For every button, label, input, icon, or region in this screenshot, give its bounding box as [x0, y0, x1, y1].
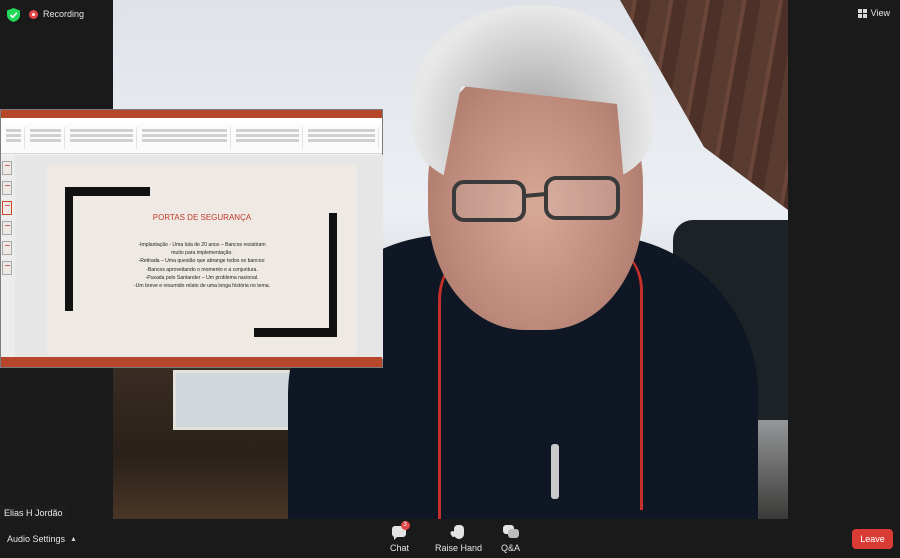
chat-icon: 3 [391, 521, 410, 540]
audio-settings-button[interactable]: Audio Settings ▲ [7, 534, 77, 544]
qa-label: Q&A [501, 543, 521, 553]
slide-canvas: PORTAS DE SEGURANÇA -Implantação - Uma l… [15, 155, 383, 359]
recording-label: Recording [43, 9, 85, 19]
slide-line: -Bancos aproveitando o momento e a conju… [146, 266, 258, 273]
top-bar: Recording View [0, 0, 900, 30]
qa-icon [502, 524, 519, 540]
shared-powerpoint-window[interactable]: PORTAS DE SEGURANÇA -Implantação - Uma l… [0, 109, 383, 368]
leave-button[interactable]: Leave [852, 529, 893, 549]
powerpoint-title-bar [1, 110, 382, 118]
slide[interactable]: PORTAS DE SEGURANÇA -Implantação - Uma l… [47, 165, 357, 355]
slide-thumbnail[interactable] [2, 221, 12, 235]
slide-thumbnail[interactable] [2, 261, 12, 275]
meeting-toolbar: Audio Settings ▲ 3 Chat Raise Hand Q&A L… [0, 519, 900, 558]
slide-thumbnail-selected[interactable] [2, 201, 12, 215]
slide-line: muito para implementação. [171, 250, 233, 257]
slide-line: -Retirada – Uma questão que abrange todo… [138, 258, 266, 265]
raise-hand-label: Raise Hand [435, 543, 483, 553]
slide-thumbnail[interactable] [2, 241, 12, 255]
slide-line: -Puxada pelo Santander – Um problema nac… [145, 274, 259, 281]
chat-badge: 3 [400, 521, 410, 530]
slide-decor-bar [65, 187, 73, 311]
view-grid-icon [857, 8, 867, 18]
hand-icon [451, 524, 467, 540]
slide-thumbnails[interactable] [1, 155, 15, 359]
shield-check-icon[interactable] [7, 8, 20, 22]
audio-settings-label: Audio Settings [7, 534, 66, 544]
slide-line: -Um breve e resumido relato de uma longa… [134, 283, 270, 290]
raise-hand-button[interactable]: Raise Hand [435, 524, 482, 553]
slide-decor-bar [329, 213, 337, 337]
zoom-meeting-window: Recording View PORTAS DE SEGURANÇA -Impl… [0, 0, 900, 558]
view-label: View [870, 8, 890, 18]
chat-label: Chat [390, 543, 410, 553]
recording-icon [29, 9, 38, 19]
slide-thumbnail[interactable] [2, 181, 12, 195]
jacket-zipper [551, 444, 559, 499]
slide-title: PORTAS DE SEGURANÇA [152, 213, 252, 222]
slide-thumbnail[interactable] [2, 161, 12, 175]
slide-decor-bar [65, 187, 150, 196]
qa-button[interactable]: Q&A [501, 524, 520, 553]
slide-body: -Implantação - Uma luta de 20 anos – Ban… [97, 241, 307, 290]
view-button[interactable]: View [857, 8, 890, 18]
slide-line: -Implantação - Uma luta de 20 anos – Ban… [138, 242, 266, 248]
recording-indicator[interactable]: Recording [29, 9, 84, 19]
powerpoint-ribbon [1, 124, 382, 154]
powerpoint-status-bar [1, 357, 382, 367]
background-picture-frame [173, 370, 303, 430]
chat-button[interactable]: 3 Chat [390, 521, 410, 553]
glasses [452, 176, 620, 222]
chevron-up-icon[interactable]: ▲ [70, 536, 77, 543]
slide-decor-bar [254, 328, 337, 337]
